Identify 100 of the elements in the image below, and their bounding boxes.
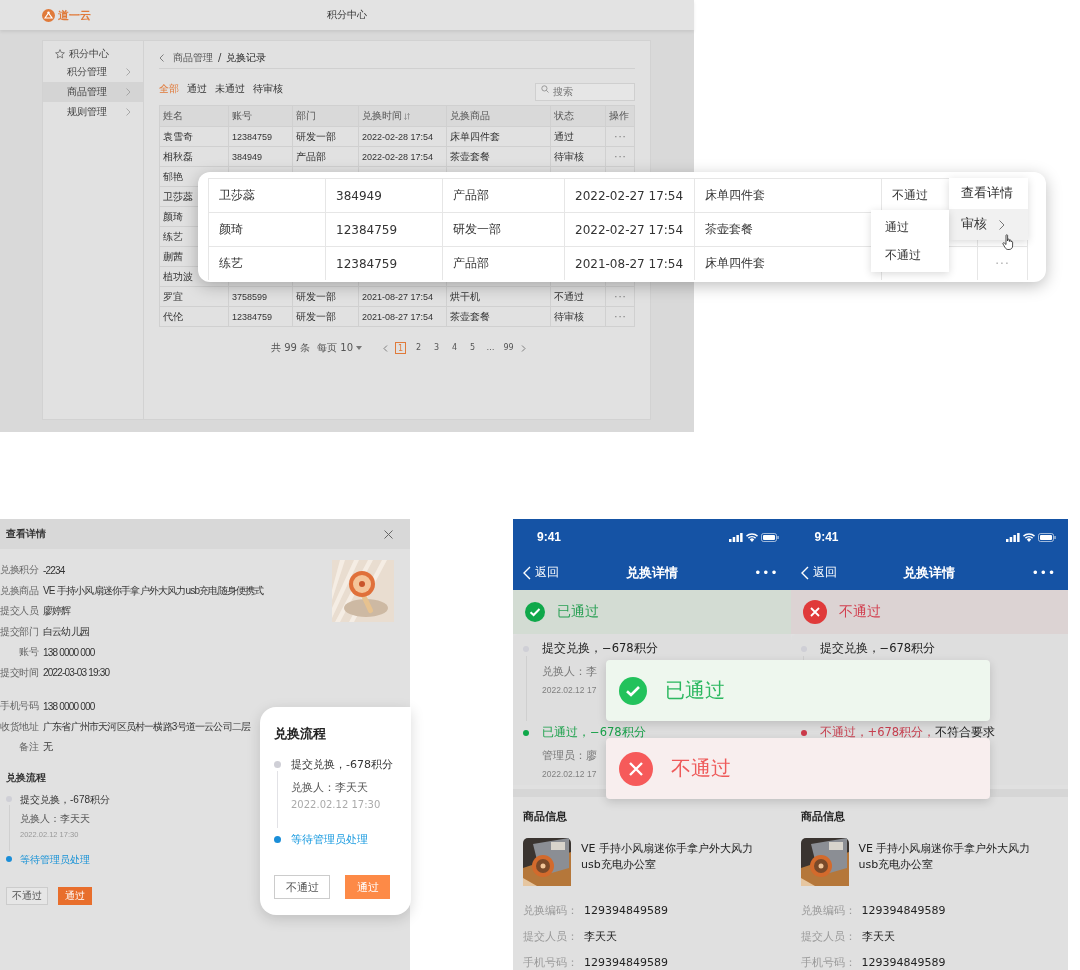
field-label: 提交人员 <box>0 604 38 619</box>
menu-item[interactable]: 通过 <box>871 213 949 241</box>
clock-time: 9:41 <box>537 530 562 544</box>
table-cell: 384949 <box>336 188 382 203</box>
table-cell: 烘干机 <box>450 289 480 304</box>
wifi-icon <box>745 532 758 542</box>
toast-message: 已通过 <box>665 677 725 704</box>
table-cell: 12384759 <box>336 222 398 237</box>
page-button[interactable]: 4 <box>449 342 460 354</box>
table-cell: 床单四件套 <box>450 129 500 144</box>
breadcrumb-current: 兑换记录 <box>226 50 267 65</box>
field-value: 129394849589 <box>861 903 946 917</box>
page-button[interactable]: 5 <box>467 342 478 354</box>
filter-tab[interactable]: 待审核 <box>253 82 283 96</box>
menu-item[interactable]: 查看详情 <box>949 178 1028 209</box>
field-value: -2234 <box>43 564 65 576</box>
step-title: 提交兑换，−678积分 <box>542 641 658 657</box>
table-cell: 2021-08-27 17:54 <box>575 256 684 271</box>
sidebar-title: 积分中心 <box>69 46 109 61</box>
section-title: 兑换流程 <box>6 770 47 785</box>
back-icon[interactable] <box>159 53 164 62</box>
sidebar-item[interactable]: 商品管理 <box>43 82 143 102</box>
step-title: 提交兑换，-678积分 <box>20 792 110 807</box>
more-button[interactable]: ··· <box>614 151 627 162</box>
table-cell: 练艺 <box>163 229 183 244</box>
signal-icon <box>1006 532 1020 542</box>
back-button[interactable]: 返回 <box>800 564 837 581</box>
reject-button[interactable]: 不通过 <box>6 886 48 905</box>
table-cell: 2022-02-28 17:54 <box>362 131 434 142</box>
signal-icon <box>728 532 743 542</box>
page-button[interactable]: 99 <box>503 342 514 354</box>
table-cell: 2021-08-27 17:54 <box>362 291 434 302</box>
back-button[interactable]: 返回 <box>523 564 559 581</box>
table-cell: 2022-02-28 17:54 <box>362 151 434 162</box>
table-cell: 2021-08-27 17:54 <box>362 311 434 322</box>
menu-item[interactable]: 不通过 <box>871 241 949 269</box>
field-label: 提交人员： <box>523 928 578 944</box>
product-name: VE 手持小风扇迷你手拿户外大风力usb充电办公室 <box>581 841 754 873</box>
close-icon[interactable] <box>384 529 393 539</box>
table-cell: 颜琦 <box>163 209 183 224</box>
column-header: 操作 <box>605 106 635 126</box>
breadcrumb-separator: / <box>218 52 222 63</box>
wifi-icon <box>1023 532 1035 542</box>
column-header: 状态 <box>550 106 605 126</box>
reject-button[interactable]: 不通过 <box>274 875 330 899</box>
status-label: 已通过 <box>557 603 599 622</box>
sidebar-item[interactable]: 积分管理 <box>43 62 143 82</box>
table-cell: 12384759 <box>232 311 273 322</box>
table-cell: 不通过 <box>892 187 928 204</box>
column-header: 姓名 <box>162 109 184 123</box>
product-name: VE 手持小风扇迷你手拿户外大风力usb充电办公室 <box>858 841 1032 873</box>
field-label: 提交时间 <box>0 665 38 680</box>
table-cell: 植功波 <box>163 269 193 284</box>
sort-icon[interactable] <box>404 112 410 120</box>
step-title: 等待管理员处理 <box>20 852 90 867</box>
field-label: 手机号码 <box>0 699 38 714</box>
prev-page-icon[interactable] <box>383 344 388 352</box>
table-cell: 待审核 <box>554 149 584 164</box>
table-cell: 不通过 <box>554 289 584 304</box>
step-time: 2022.02.12 17 <box>542 685 598 696</box>
section-title: 商品信息 <box>800 809 846 824</box>
more-button[interactable]: ••• <box>754 565 779 580</box>
page-button[interactable]: … <box>485 342 496 354</box>
page-button[interactable]: 2 <box>413 342 424 354</box>
table-cell: 2022-02-27 17:54 <box>575 188 684 203</box>
chevron-right-icon <box>999 219 1005 230</box>
table-cell: 研发一部 <box>296 289 336 304</box>
sidebar-item[interactable]: 规则管理 <box>43 102 143 122</box>
step-title: 提交兑换，-678积分 <box>291 757 393 772</box>
more-button[interactable]: ··· <box>614 131 627 142</box>
page-size-select[interactable]: 每页 10 <box>317 341 362 355</box>
menu-item[interactable]: 审核 <box>949 209 1028 240</box>
total-count: 共 99 条 <box>271 341 311 355</box>
table-cell: 郁艳 <box>163 169 183 184</box>
step-title: 等待管理员处理 <box>291 832 368 847</box>
table-cell: 茶壶套餐 <box>450 309 490 324</box>
more-button[interactable]: ··· <box>614 291 627 302</box>
step-person: 管理员：廖 <box>542 748 598 764</box>
breadcrumb-link[interactable]: 商品管理 <box>173 50 213 65</box>
field-label: 收货地址 <box>0 719 38 734</box>
table-cell: 3758599 <box>232 291 268 302</box>
filter-tab[interactable]: 通过 <box>187 82 207 96</box>
next-page-icon[interactable] <box>521 344 526 352</box>
column-header: 兑换时间 <box>358 106 446 126</box>
field-label: 备注 <box>18 740 38 755</box>
more-button[interactable]: ··· <box>614 311 627 322</box>
field-value: 无 <box>43 740 53 755</box>
step-person: 兑换人：李天天 <box>20 812 91 826</box>
table-cell: 罗宜 <box>163 289 183 304</box>
search-field[interactable]: 搜索 <box>535 82 635 101</box>
page-button[interactable]: 3 <box>431 342 442 354</box>
battery-icon <box>1038 532 1056 542</box>
more-button[interactable]: ••• <box>1031 565 1056 580</box>
table-cell: 产品部 <box>453 255 489 272</box>
chevron-left-icon <box>800 565 809 580</box>
filter-tab[interactable]: 未通过 <box>215 82 245 96</box>
table-cell: 产品部 <box>296 149 326 164</box>
field-value: 129394849589 <box>861 955 946 969</box>
table-cell: 蒯茜 <box>163 249 183 264</box>
table-cell: 茶壶套餐 <box>450 149 490 164</box>
